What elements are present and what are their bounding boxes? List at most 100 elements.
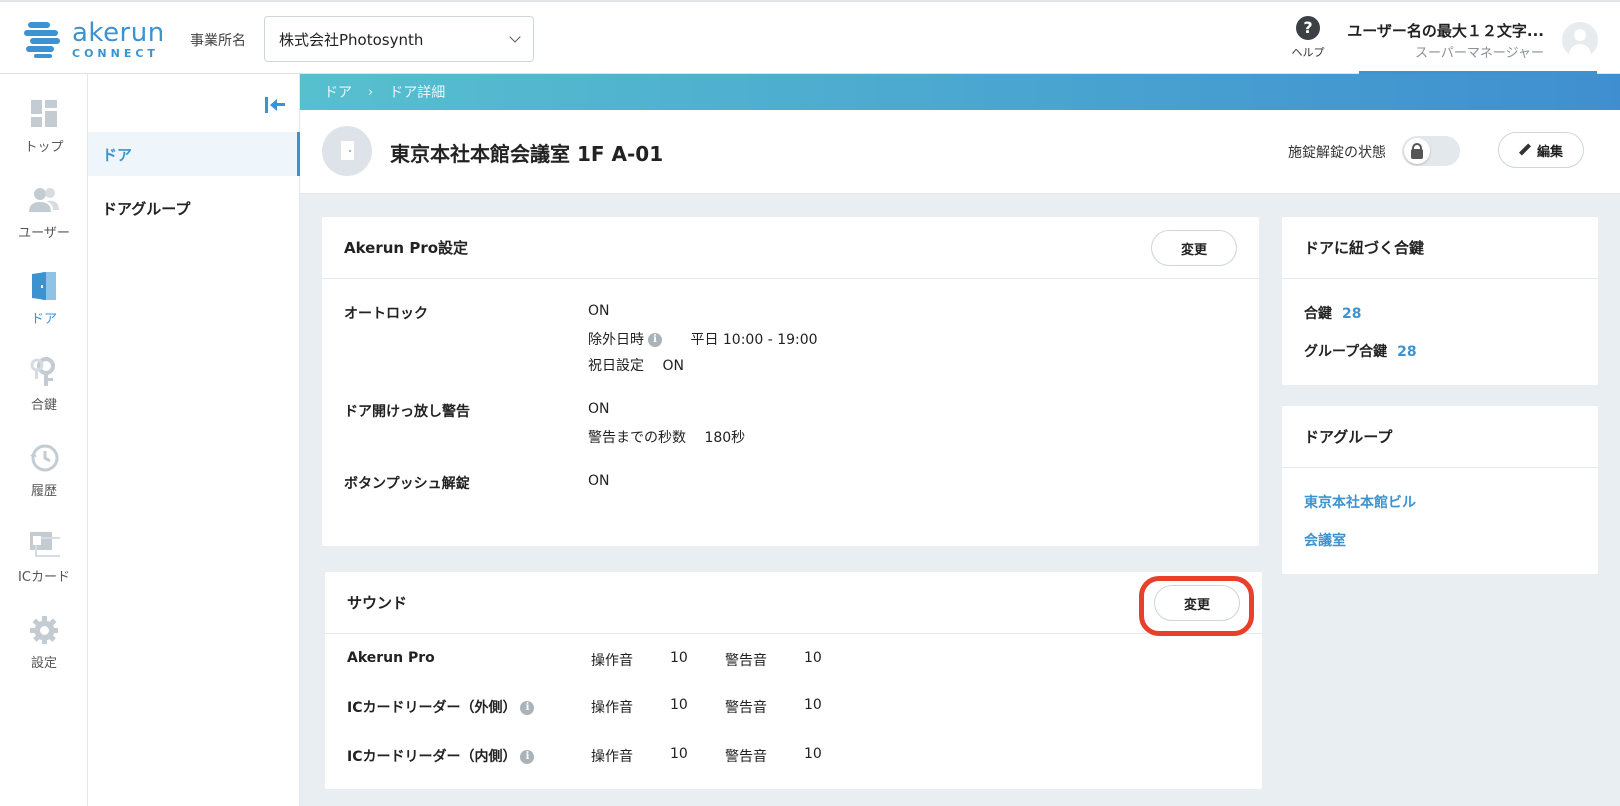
holiday-value: ON [662, 358, 684, 374]
sound-device-label: ICカードリーダー（内側） i [347, 746, 538, 766]
highlight-annotation [1139, 576, 1254, 636]
rail-label: ユーザー [18, 226, 70, 241]
door-open-warning-value: ON [588, 401, 610, 417]
door-open-warning-label: ドア開けっ放し警告 [344, 404, 470, 420]
help-button[interactable]: ? ヘルプ [1286, 16, 1330, 60]
info-icon[interactable]: i [520, 701, 535, 715]
sound-warn-label: 警告音 [725, 653, 767, 669]
sound-op-value: 10 [670, 746, 688, 762]
exclusion-value: 平日 10:00 - 19:00 [690, 332, 818, 348]
rail-label: ICカード [18, 570, 70, 585]
warning-seconds-value: 180秒 [704, 430, 746, 446]
sound-device-label: Akerun Pro [347, 650, 435, 666]
info-icon[interactable]: i [648, 333, 662, 347]
autolock-label: オートロック [344, 306, 428, 322]
akerun-logo[interactable]: akerun CONNECT [24, 20, 165, 59]
dashboard-icon [28, 98, 60, 130]
linked-keys-card: ドアに紐づく合鍵 合鍵 28 グループ合鍵 28 [1282, 217, 1598, 385]
holiday-label: 祝日設定 [588, 358, 644, 374]
collapse-sidebar-icon[interactable] [265, 96, 285, 114]
group-key-count-link[interactable]: 28 [1397, 344, 1416, 360]
warning-seconds-label: 警告までの秒数 [588, 430, 686, 446]
avatar-icon [1562, 22, 1598, 58]
card-header: ドアグループ [1282, 406, 1598, 468]
autolock-value: ON [588, 303, 610, 319]
lock-state-label: 施錠解錠の状態 [1288, 145, 1386, 161]
rail-item-door[interactable]: ドア [0, 270, 88, 327]
key-count-link[interactable]: 28 [1342, 306, 1361, 322]
group-key-label: グループ合鍵 [1304, 344, 1388, 360]
group-key-count-row: グループ合鍵 28 [1304, 341, 1417, 361]
lock-icon [1404, 138, 1430, 164]
akerun-pro-change-button[interactable]: 変更 [1151, 230, 1237, 266]
rail-label: 履歴 [30, 484, 57, 499]
key-label: 合鍵 [1304, 306, 1332, 322]
door-group-link[interactable]: 東京本社本館ビル [1304, 492, 1416, 512]
door-icon [28, 270, 60, 302]
breadcrumb: ドア › ドア詳細 [300, 74, 1620, 110]
sound-device-label: ICカードリーダー（外側） i [347, 697, 538, 717]
rail-item-keys[interactable]: 合鍵 [0, 356, 88, 413]
gear-icon [28, 614, 60, 646]
page-title-bar: 東京本社本館会議室 1F A-01 施錠解錠の状態 編集 [300, 110, 1620, 194]
breadcrumb-current: ドア詳細 [389, 85, 446, 101]
warning-seconds-row: 警告までの秒数 180秒 [588, 427, 745, 447]
exclusion-label: 除外日時 [588, 332, 644, 348]
button-push-value: ON [588, 473, 610, 489]
help-label: ヘルプ [1291, 46, 1325, 59]
card-title: サウンド [347, 594, 408, 612]
sound-op-value: 10 [670, 650, 688, 666]
rail-item-ic-card[interactable]: ICカード [0, 528, 88, 585]
sound-warn-value: 10 [804, 746, 822, 762]
card-header: Akerun Pro設定 変更 [322, 217, 1259, 279]
holiday-row: 祝日設定 ON [588, 355, 684, 375]
office-select[interactable]: 株式会社Photosynth [264, 16, 534, 62]
key-count-row: 合鍵 28 [1304, 303, 1361, 323]
chevron-down-icon [509, 31, 521, 43]
card-title: ドアグループ [1304, 428, 1393, 446]
sound-op-value: 10 [670, 697, 688, 713]
rail-label: トップ [24, 140, 64, 155]
info-icon[interactable]: i [520, 750, 535, 764]
rail-item-settings[interactable]: 設定 [0, 614, 88, 671]
rail-label: 合鍵 [30, 398, 57, 413]
exclusion-row: 除外日時 i 平日 10:00 - 19:00 [588, 329, 818, 349]
sound-op-label: 操作音 [591, 700, 633, 716]
sound-op-label: 操作音 [591, 653, 633, 669]
breadcrumb-link-door[interactable]: ドア [324, 82, 352, 102]
subnav-item-door[interactable]: ドア [88, 132, 300, 176]
history-icon [28, 442, 60, 474]
logo-mark-icon [24, 21, 64, 58]
top-header: akerun CONNECT 事業所名 株式会社Photosynth ? ヘルプ… [0, 0, 1620, 75]
door-group-link[interactable]: 会議室 [1304, 530, 1346, 550]
ic-card-icon [28, 528, 63, 560]
sound-op-label: 操作音 [591, 749, 633, 765]
rail-label: 設定 [30, 656, 57, 671]
edit-button-label: 編集 [1536, 144, 1563, 160]
help-icon: ? [1296, 16, 1320, 40]
breadcrumb-separator-icon: › [368, 84, 374, 100]
user-menu[interactable]: ユーザー名の最大１２文字... スーパーマネージャー [1347, 18, 1598, 74]
rail-item-top[interactable]: トップ [0, 98, 88, 155]
key-icon [28, 356, 60, 388]
lock-state-toggle[interactable] [1402, 136, 1460, 166]
main-nav-rail: トップ ユーザー ドア 合鍵 履歴 ICカード 設定 [0, 74, 88, 806]
user-name: ユーザー名の最大１２文字... [1347, 22, 1544, 40]
door-thumbnail-icon [322, 126, 372, 176]
sound-warn-label: 警告音 [725, 700, 767, 716]
user-role: スーパーマネージャー [1415, 46, 1544, 61]
sound-warn-value: 10 [804, 650, 822, 666]
rail-item-history[interactable]: 履歴 [0, 442, 88, 499]
sub-nav: ドア ドアグループ [88, 74, 300, 806]
rail-item-users[interactable]: ユーザー [0, 184, 88, 241]
pencil-icon [1518, 143, 1531, 156]
door-groups-card: ドアグループ 東京本社本館ビル 会議室 [1282, 406, 1598, 574]
subnav-item-door-group[interactable]: ドアグループ [88, 186, 300, 230]
akerun-pro-settings-card: Akerun Pro設定 変更 オートロック ON 除外日時 i 平日 10:00… [322, 217, 1259, 546]
card-title: Akerun Pro設定 [344, 239, 469, 257]
card-header: サウンド 変更 [325, 572, 1262, 634]
sound-settings-card: サウンド 変更 Akerun Pro 操作音 10 警告音 10 ICカードリー… [325, 572, 1262, 789]
edit-button[interactable]: 編集 [1498, 132, 1584, 168]
card-header: ドアに紐づく合鍵 [1282, 217, 1598, 279]
office-label: 事業所名 [190, 33, 246, 49]
